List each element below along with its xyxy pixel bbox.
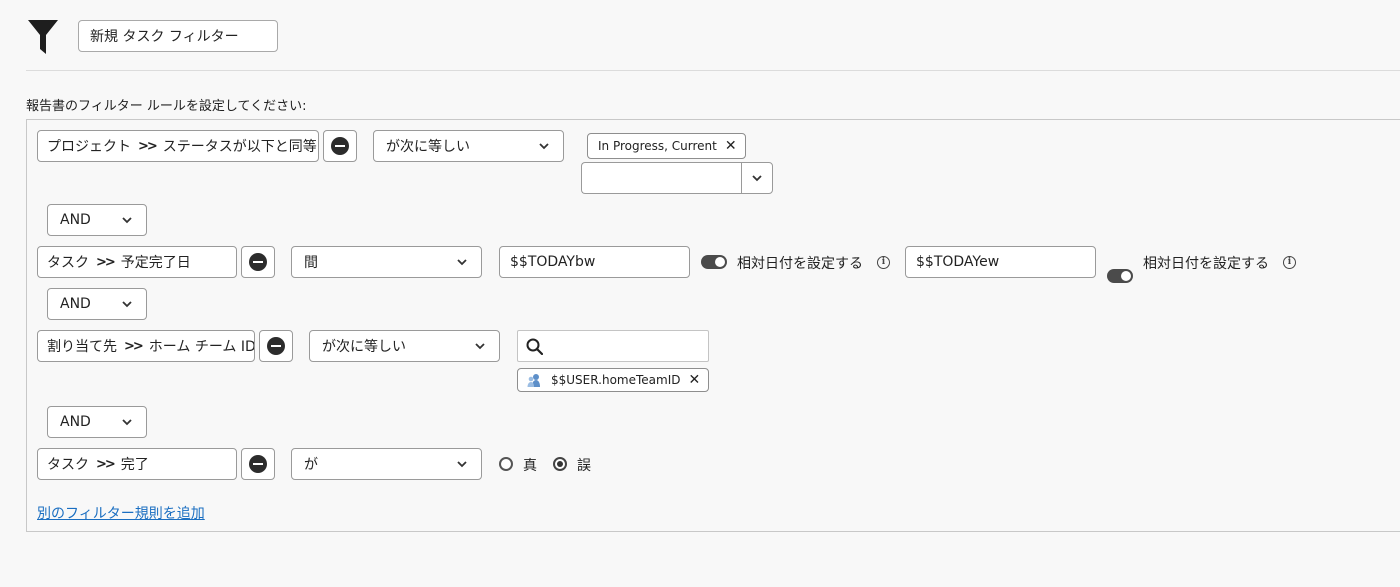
- connector-select[interactable]: AND: [47, 288, 147, 320]
- connector-select[interactable]: AND: [47, 204, 147, 236]
- rule-field-selector[interactable]: 割り当て先 >> ホーム チーム ID: [37, 330, 255, 362]
- relative-date-toggle[interactable]: [701, 255, 727, 269]
- instructions-text: 報告書のフィルター ルールを設定してください:: [26, 99, 307, 114]
- rule-field-selector[interactable]: タスク >> 完了: [37, 448, 237, 480]
- chevron-down-icon: [475, 343, 485, 350]
- header-divider: [26, 70, 1400, 71]
- chevron-down-icon: [752, 175, 762, 182]
- radio-true[interactable]: [499, 457, 513, 471]
- relative-date-label: 相対日付を設定する: [1143, 256, 1269, 272]
- remove-circle-icon: [249, 253, 267, 271]
- radio-selected-dot: [557, 461, 563, 467]
- remove-circle-icon: [249, 455, 267, 473]
- relative-date-toggle[interactable]: [1107, 269, 1133, 283]
- search-icon: [526, 338, 543, 355]
- operator-select[interactable]: が次に等しい: [309, 330, 500, 362]
- field-object: タスク: [47, 457, 89, 473]
- chevron-down-icon: [122, 217, 132, 224]
- to-date-input[interactable]: [905, 246, 1096, 278]
- from-date-input[interactable]: [499, 246, 690, 278]
- chevron-double-right-icon: >>: [138, 138, 158, 154]
- close-icon[interactable]: ✕: [725, 138, 737, 154]
- remove-rule-button[interactable]: [259, 330, 293, 362]
- field-name: ホーム チーム ID: [148, 339, 255, 355]
- funnel-icon: [28, 20, 58, 54]
- field-object: 割り当て先: [47, 339, 117, 355]
- add-filter-rule-link[interactable]: 別のフィルター規則を追加: [37, 503, 205, 523]
- connector-value: AND: [60, 414, 91, 430]
- operator-select[interactable]: 間: [291, 246, 482, 278]
- remove-circle-icon: [331, 137, 349, 155]
- info-icon[interactable]: i: [1283, 256, 1296, 269]
- field-name: 予定完了日: [120, 255, 191, 271]
- operator-select[interactable]: が: [291, 448, 482, 480]
- remove-rule-button[interactable]: [241, 448, 275, 480]
- operator-value: が: [304, 457, 318, 473]
- value-combo-input[interactable]: [581, 162, 742, 194]
- chevron-down-icon: [457, 259, 467, 266]
- radio-true-label: 真: [523, 458, 537, 474]
- rule-field-selector[interactable]: タスク >> 予定完了日: [37, 246, 237, 278]
- remove-rule-button[interactable]: [241, 246, 275, 278]
- value-tag: $$USER.homeTeamID ✕: [517, 368, 710, 392]
- chevron-down-icon: [122, 301, 132, 308]
- radio-false[interactable]: [553, 457, 567, 471]
- field-name: ステータスが以下と同等: [162, 139, 317, 155]
- connector-value: AND: [60, 212, 91, 228]
- field-object: プロジェクト: [47, 139, 131, 155]
- filter-name-input[interactable]: [78, 20, 278, 52]
- chevron-down-icon: [122, 419, 132, 426]
- chevron-double-right-icon: >>: [96, 456, 116, 472]
- close-icon[interactable]: ✕: [689, 372, 701, 388]
- remove-rule-button[interactable]: [323, 130, 357, 162]
- chevron-down-icon: [457, 461, 467, 468]
- chevron-double-right-icon: >>: [124, 338, 144, 354]
- value-tag: In Progress, Current ✕: [587, 133, 746, 159]
- rule-field-selector[interactable]: プロジェクト >> ステータスが以下と同等: [37, 130, 319, 162]
- tag-label: In Progress, Current: [598, 139, 717, 153]
- team-icon: [527, 374, 540, 387]
- field-name: 完了: [120, 457, 149, 473]
- value-combo-dropdown-button[interactable]: [741, 162, 773, 194]
- tag-label: $$USER.homeTeamID: [551, 373, 681, 387]
- operator-value: 間: [304, 255, 318, 271]
- operator-select[interactable]: が次に等しい: [373, 130, 564, 162]
- info-icon[interactable]: i: [877, 256, 890, 269]
- remove-circle-icon: [267, 337, 285, 355]
- relative-date-label: 相対日付を設定する: [737, 256, 863, 272]
- operator-value: が次に等しい: [322, 339, 406, 355]
- connector-value: AND: [60, 296, 91, 312]
- value-search-input[interactable]: [517, 330, 709, 362]
- connector-select[interactable]: AND: [47, 406, 147, 438]
- operator-value: が次に等しい: [386, 139, 470, 155]
- chevron-double-right-icon: >>: [96, 254, 116, 270]
- chevron-down-icon: [539, 143, 549, 150]
- field-object: タスク: [47, 255, 89, 271]
- radio-false-label: 誤: [577, 458, 591, 474]
